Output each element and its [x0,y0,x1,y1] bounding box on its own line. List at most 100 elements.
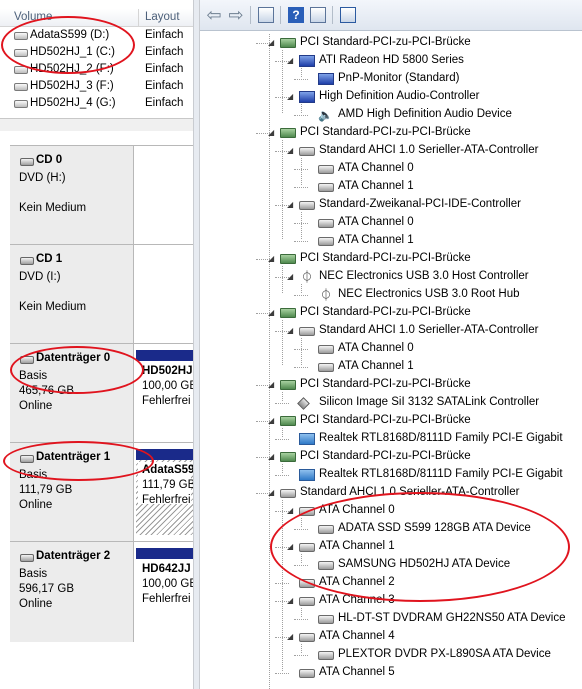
tree-expand-icon[interactable]: ◢ [287,146,293,155]
pci-bridge-icon [280,416,296,426]
disk-size: 596,17 GB [19,583,74,595]
highlight-ellipse [3,441,154,481]
disk-info[interactable]: CD 1 DVD (I:) Kein Medium [10,245,134,343]
partition-name: HD502HJ [142,365,193,377]
disk-management-pane: Volume Layout AdataS599 (D:) Einfach HD5… [0,0,193,689]
tree-connector [275,583,289,584]
pci-bridge-icon [280,380,296,390]
tree-expand-icon[interactable]: ◢ [268,308,274,317]
volume-row[interactable]: HD502HJ_4 (G:) Einfach [0,96,193,113]
cd-drive-icon [20,158,34,166]
storage-device-icon [299,201,315,210]
volume-layout: Einfach [145,46,184,58]
tree-expand-icon[interactable]: ◢ [287,326,293,335]
tree-node-label: High Definition Audio-Controller [319,90,480,102]
partition-size: 100,00 GB [142,380,193,392]
tree-node-label: ATA Channel 0 [338,162,414,174]
disk-type: DVD (I:) [19,271,61,283]
tree-node-label: PnP-Monitor (Standard) [338,72,460,84]
disk-media-status: Kein Medium [19,301,87,313]
tree-expand-icon[interactable]: ◢ [287,56,293,65]
column-separator[interactable] [138,9,139,26]
storage-device-icon [318,345,334,354]
tree-guide-line [301,644,302,653]
toolbar-separator [332,6,333,24]
tree-expand-icon[interactable]: ◢ [287,200,293,209]
disk-row-cd0[interactable]: CD 0 DVD (H:) Kein Medium [10,145,193,244]
tree-guide-line [282,50,283,113]
tree-node-label: PCI Standard-PCI-zu-PCI-Brücke [300,306,471,318]
partition-status: Fehlerfrei [142,593,191,605]
tree-expand-icon[interactable]: ◢ [268,254,274,263]
pane-gap [0,119,193,131]
toolbar-separator [280,6,281,24]
volume-layout: Einfach [145,80,184,92]
disk-info[interactable]: CD 0 DVD (H:) Kein Medium [10,146,134,244]
volume-name: HD502HJ_4 (G:) [30,97,116,109]
partition-block[interactable]: HD642JJ 100,00 GB Fehlerfrei [136,548,193,636]
tree-expand-icon[interactable]: ◢ [268,128,274,137]
tree-expand-icon[interactable]: ◢ [287,596,293,605]
tree-connector [294,79,308,80]
back-arrow-icon[interactable]: ⇦ [206,6,222,24]
tree-expand-icon[interactable]: ◢ [287,632,293,641]
tree-node-label: PLEXTOR DVDR PX-L890SA ATA Device [338,648,551,660]
display-adapter-icon [318,73,334,85]
speaker-icon: 🔈 [318,108,333,122]
volume-row[interactable]: HD502HJ_3 (F:) Einfach [0,79,193,96]
tree-node-label: Realtek RTL8168D/8111D Family PCI-E Giga… [319,468,563,480]
tree-expand-icon[interactable]: ◢ [268,38,274,47]
disk-type: DVD (H:) [19,172,66,184]
tree-node-label: ATI Radeon HD 5800 Series [319,54,464,66]
disk-status: Online [19,598,53,610]
tree-expand-icon[interactable]: ◢ [287,92,293,101]
tree-expand-icon[interactable]: ◢ [268,416,274,425]
volume-layout: Einfach [145,97,184,109]
column-header-layout[interactable]: Layout [145,11,180,23]
tree-connector [294,367,308,368]
tree-expand-icon[interactable]: ◢ [287,506,293,515]
tree-node-label: ATA Channel 0 [338,216,414,228]
tree-expand-icon[interactable]: ◢ [268,380,274,389]
show-hide-tree-icon[interactable] [258,7,274,23]
tree-guide-line [301,608,302,617]
forward-arrow-icon[interactable]: ⇨ [228,6,244,24]
storage-device-icon [299,327,315,336]
storage-device-icon [299,597,315,606]
tree-expand-icon[interactable]: ◢ [268,452,274,461]
tree-node-label: NEC Electronics USB 3.0 Root Hub [338,288,520,300]
storage-device-icon [318,183,334,192]
splitter[interactable] [193,0,200,689]
tree-node-label: PCI Standard-PCI-zu-PCI-Brücke [300,126,471,138]
disk-row-cd1[interactable]: CD 1 DVD (I:) Kein Medium [10,244,193,343]
partition-name: HD642JJ [142,563,191,575]
highlight-ellipse [1,16,135,74]
disk-status: Online [19,499,53,511]
tree-connector [275,403,289,404]
partition-block[interactable]: HD502HJ 100,00 GB Fehlerfrei [136,350,193,436]
tree-expand-icon[interactable]: ◢ [287,272,293,281]
partition-size: 100,00 GB [142,578,193,590]
tree-guide-line [282,320,283,365]
disk-media-status: Kein Medium [19,202,87,214]
disk-row-disk2[interactable]: Datenträger 2 Basis 596,17 GB Online HD6… [10,541,193,642]
storage-device-icon [318,363,334,372]
pci-bridge-icon [280,128,296,138]
tree-expand-icon[interactable]: ◢ [268,488,274,497]
tree-node-label: AMD High Definition Audio Device [338,108,512,120]
tree-guide-line [282,428,283,437]
tree-node-label: Standard-Zweikanal-PCI-IDE-Controller [319,198,521,210]
tree-guide-line [301,212,302,239]
partition-bar [136,548,193,559]
scan-hardware-icon[interactable] [340,7,356,23]
volume-icon [14,100,28,108]
help-icon[interactable]: ? [288,7,304,23]
tree-guide-line [282,266,283,293]
partition-size: 111,79 GB [142,479,193,491]
tree-node-label: ATA Channel 5 [319,666,395,678]
tree-node-label: Silicon Image SiI 3132 SATALink Controll… [319,396,540,408]
tree-node-label: ATA Channel 4 [319,630,395,642]
disk-info[interactable]: Datenträger 2 Basis 596,17 GB Online [10,542,134,642]
toolbar: ⇦ ⇨ ? [200,0,582,31]
properties-icon[interactable] [310,7,326,23]
